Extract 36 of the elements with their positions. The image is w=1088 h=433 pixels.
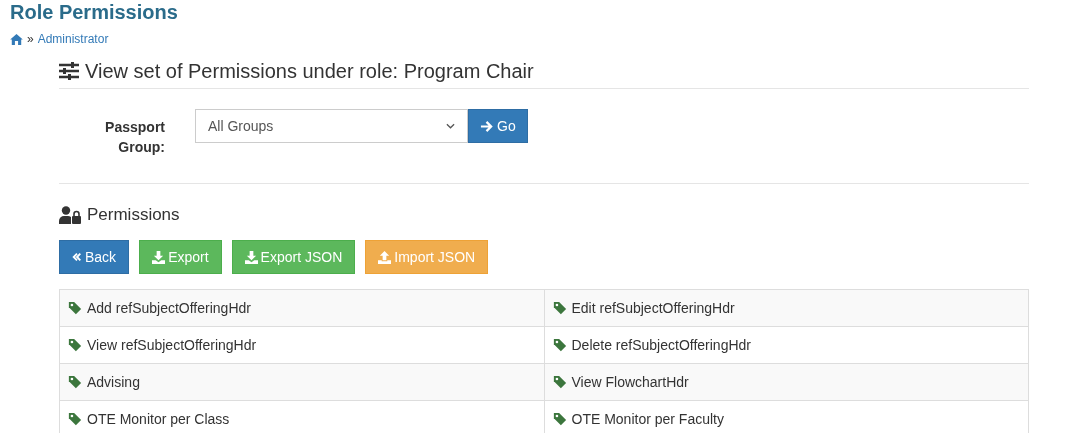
tag-icon bbox=[68, 375, 82, 389]
permission-name: View refSubjectOfferingHdr bbox=[87, 335, 257, 355]
go-button[interactable]: Go bbox=[468, 109, 528, 143]
sliders-icon bbox=[59, 62, 79, 80]
download-icon bbox=[244, 250, 258, 264]
export-button[interactable]: Export bbox=[139, 240, 222, 274]
export-button[interactable]: Export JSON bbox=[231, 240, 356, 274]
permission-name: Delete refSubjectOfferingHdr bbox=[571, 335, 751, 355]
permission-name: OTE Monitor per Faculty bbox=[571, 409, 724, 429]
permissions-heading: Permissions bbox=[87, 204, 180, 226]
tag-icon bbox=[68, 412, 82, 426]
home-icon[interactable] bbox=[10, 33, 23, 45]
download-icon bbox=[152, 250, 166, 264]
field-label: Passport Group: bbox=[104, 118, 165, 157]
chevron-down-icon bbox=[446, 123, 455, 129]
double-chevron-icon bbox=[72, 252, 82, 262]
tag-icon bbox=[68, 301, 82, 315]
tag-icon bbox=[552, 375, 567, 389]
breadcrumb-link[interactable]: Administrator bbox=[37, 30, 109, 48]
page-title: Role Permissions bbox=[9, 0, 179, 24]
tag-icon bbox=[552, 338, 567, 352]
breadcrumb-separator: » bbox=[27, 31, 34, 48]
permission-name: Add refSubjectOfferingHdr bbox=[87, 298, 251, 318]
permission-name: View FlowchartHdr bbox=[571, 372, 689, 392]
permission-name: Edit refSubjectOfferingHdr bbox=[571, 298, 735, 318]
permission-name: Advising bbox=[87, 372, 140, 392]
section-heading: View set of Permissions under role: Program Chair bbox=[85, 59, 534, 84]
permission-name: OTE Monitor per Class bbox=[87, 409, 230, 429]
user-lock-icon bbox=[59, 206, 81, 224]
back-button[interactable]: Back bbox=[59, 240, 130, 274]
tag-icon bbox=[68, 338, 82, 352]
upload-icon bbox=[378, 250, 392, 264]
group-select[interactable]: All Groups bbox=[195, 109, 468, 143]
arrow-right-icon bbox=[480, 119, 493, 133]
tag-icon bbox=[552, 301, 567, 315]
tag-icon bbox=[552, 412, 567, 426]
